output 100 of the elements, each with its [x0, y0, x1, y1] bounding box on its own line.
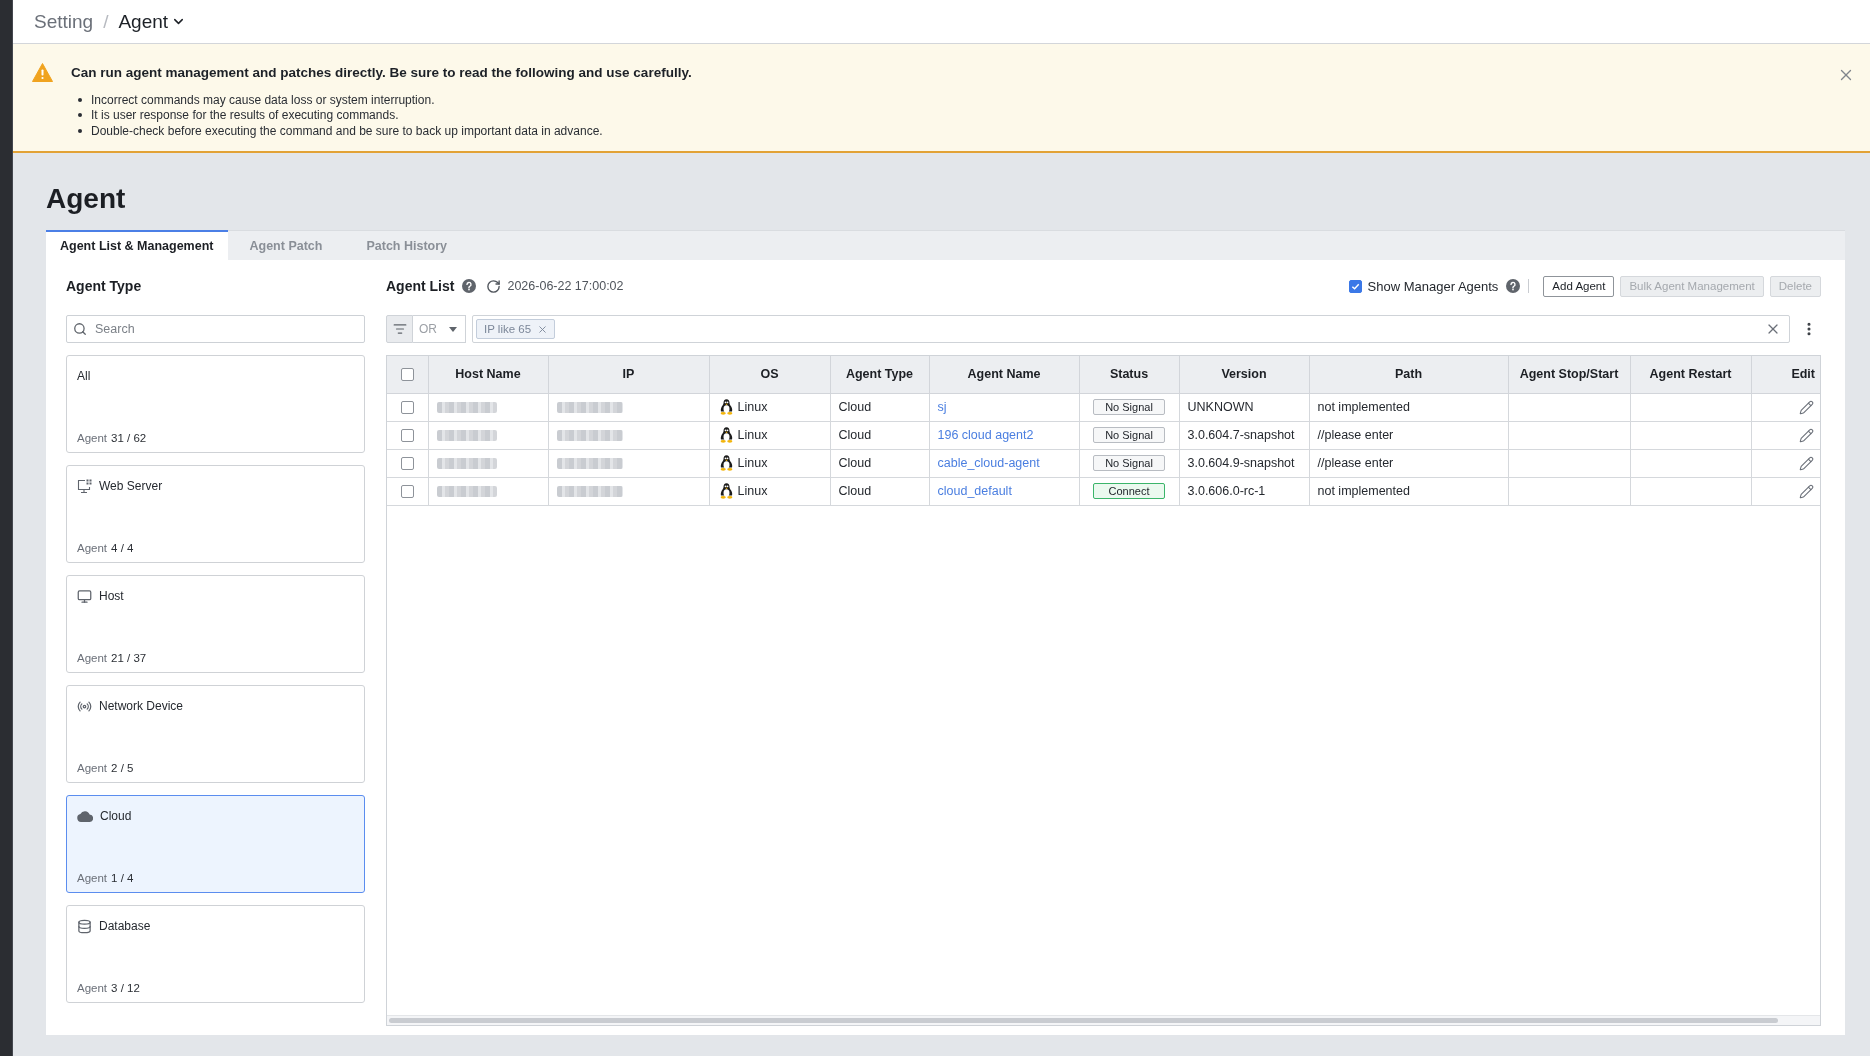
search-icon — [73, 322, 87, 336]
redacted-text — [556, 458, 623, 470]
bullet-icon — [78, 113, 82, 118]
tab[interactable]: Patch History — [344, 230, 470, 260]
section-title: Agent List — [386, 278, 455, 294]
table-cell: //please enter — [1309, 449, 1508, 477]
filter-button[interactable] — [386, 315, 413, 343]
column-header: OS — [709, 356, 830, 393]
table-cell: 3.0.606.0-rc-1 — [1179, 477, 1309, 505]
agent-name-link[interactable]: cloud_default — [937, 484, 1012, 498]
action-button[interactable]: Add Agent — [1543, 275, 1615, 297]
agent-type-name: Database — [99, 919, 151, 933]
agent-type-name: Host — [99, 589, 124, 603]
agent-type-name: Cloud — [100, 809, 132, 823]
table-cell: 3.0.604.9-snapshot — [1179, 449, 1309, 477]
tab[interactable]: Agent List & Management — [46, 230, 228, 260]
count-label: Agent — [77, 762, 108, 774]
horizontal-scrollbar[interactable] — [387, 1015, 1820, 1025]
table-cell: //please enter — [1309, 421, 1508, 449]
bullet-icon — [78, 128, 82, 133]
column-header: IP — [548, 356, 709, 393]
os-name: Linux — [737, 428, 768, 442]
column-header: Host Name — [428, 356, 548, 393]
tab[interactable]: Agent Patch — [227, 230, 345, 260]
checkbox[interactable] — [400, 401, 414, 415]
column-header: Status — [1079, 356, 1179, 393]
table-cell: not implemented — [1309, 393, 1508, 421]
agent-type-name: All — [77, 369, 91, 383]
filter-field[interactable]: IP like 65 — [472, 315, 1790, 343]
page-title: Agent — [46, 182, 127, 216]
penguin-icon — [719, 427, 733, 443]
column-header: Edit — [1751, 356, 1820, 393]
pencil-icon[interactable] — [1799, 399, 1814, 415]
cloud-icon — [77, 810, 93, 822]
monitor-grid-icon — [77, 478, 92, 494]
agent-name-link[interactable]: cable_cloud-agent — [937, 456, 1040, 470]
checkbox-label[interactable]: Show Manager Agents — [1367, 278, 1499, 294]
agent-type-name: Network Device — [99, 699, 184, 713]
status-badge: No Signal — [1093, 427, 1165, 443]
agent-type-card[interactable]: Database Agent 3 / 12 — [66, 905, 365, 1003]
agent-count: 1 / 4 — [111, 872, 134, 884]
agent-name-link[interactable]: sj — [937, 400, 947, 414]
redacted-text — [436, 402, 497, 414]
table-cell: not implemented — [1309, 477, 1508, 505]
pencil-icon[interactable] — [1799, 483, 1814, 499]
redacted-text — [436, 458, 497, 470]
agent-type-card[interactable]: Host Agent 21 / 37 — [66, 575, 365, 673]
redacted-text — [436, 430, 497, 442]
penguin-icon — [719, 455, 733, 471]
agent-type-card[interactable]: Network Device Agent 2 / 5 — [66, 685, 365, 783]
count-label: Agent — [77, 652, 108, 664]
column-header: Agent Stop/Start — [1508, 356, 1630, 393]
warning-icon — [32, 63, 53, 82]
agent-type-name: Web Server — [99, 479, 163, 493]
os-name: Linux — [737, 456, 768, 470]
count-label: Agent — [77, 872, 108, 884]
filter-chip[interactable]: IP like 65 — [476, 319, 556, 339]
pencil-icon[interactable] — [1799, 427, 1814, 443]
penguin-icon — [719, 399, 733, 415]
agent-count: 21 / 37 — [111, 652, 147, 664]
redacted-text — [556, 402, 623, 414]
checkbox[interactable] — [400, 429, 414, 443]
checkbox[interactable] — [1348, 279, 1362, 293]
checkbox[interactable] — [400, 457, 414, 471]
section-title: Agent Type — [66, 277, 143, 296]
breadcrumb-dropdown[interactable]: Agent — [118, 10, 187, 33]
agent-count: 31 / 62 — [111, 432, 147, 444]
count-label: Agent — [77, 542, 108, 554]
table-cell: 3.0.604.7-snapshot — [1179, 421, 1309, 449]
close-icon[interactable] — [537, 323, 549, 335]
help-icon[interactable] — [1506, 279, 1521, 293]
status-badge: No Signal — [1093, 399, 1165, 415]
count-label: Agent — [77, 432, 108, 444]
caret-down-icon — [449, 326, 457, 332]
agent-count: 3 / 12 — [111, 982, 140, 994]
breadcrumb-link[interactable]: Setting — [34, 10, 94, 33]
agent-name-link[interactable]: 196 cloud agent2 — [937, 428, 1034, 442]
column-header: Agent Restart — [1630, 356, 1751, 393]
refresh-icon[interactable] — [486, 278, 502, 294]
updated-time: 2026-06-22 17:00:02 — [507, 279, 624, 293]
column-header: Path — [1309, 356, 1508, 393]
help-icon[interactable] — [462, 279, 477, 293]
checkbox[interactable] — [400, 485, 414, 499]
database-icon — [77, 918, 92, 934]
operator-dropdown[interactable]: OR — [413, 315, 466, 343]
count-label: Agent — [77, 982, 108, 994]
notice-item: Double-check before executing the command and be sure to back up important data in advance. — [91, 123, 603, 138]
search-field[interactable]: Search — [66, 315, 365, 343]
filter-icon — [392, 322, 407, 336]
pencil-icon[interactable] — [1799, 455, 1814, 471]
agent-count: 2 / 5 — [111, 762, 134, 774]
checkbox[interactable] — [400, 368, 414, 382]
redacted-text — [556, 486, 623, 498]
status-badge: No Signal — [1093, 455, 1165, 471]
agent-type-card[interactable]: Cloud Agent 1 / 4 — [66, 795, 365, 893]
agent-type-card[interactable]: Web Server Agent 4 / 4 — [66, 465, 365, 563]
agent-type-card[interactable]: All Agent 31 / 62 — [66, 355, 365, 453]
os-name: Linux — [737, 484, 768, 498]
status-badge: Connect — [1093, 483, 1165, 499]
redacted-text — [556, 430, 623, 442]
